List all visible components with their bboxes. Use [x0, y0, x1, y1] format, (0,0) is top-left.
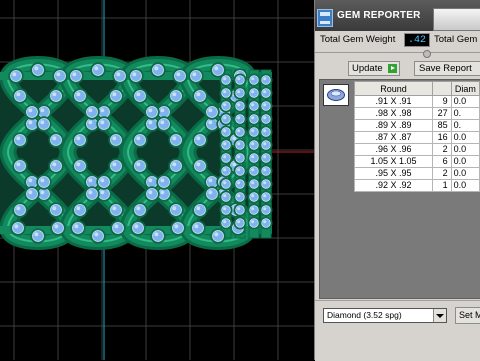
cell-size: .96 X .96 — [354, 143, 433, 156]
set-material-label: Set M — [459, 310, 480, 320]
column-header-diam[interactable]: Diam — [450, 81, 480, 96]
cell-diam: 0.0 — [450, 155, 480, 168]
cell-diam: 0. — [450, 119, 480, 132]
gem-reporter-panel: GEM REPORTER Total Gem Weight .42 Total … — [314, 0, 480, 361]
cell-count: 6 — [431, 155, 452, 168]
cell-size: 1.05 X 1.05 — [354, 155, 433, 168]
total-weight-label: Total Gem Weight — [320, 34, 396, 45]
cell-count: 9 — [431, 95, 452, 108]
collapse-knob-icon[interactable] — [423, 50, 431, 58]
save-report-label: Save Report — [419, 63, 472, 74]
cell-size: .98 X .98 — [354, 107, 433, 120]
update-button-label: Update — [352, 63, 383, 74]
cell-size: .87 X .87 — [354, 131, 433, 144]
column-header-count[interactable] — [431, 81, 452, 96]
table-row[interactable]: .87 X .87 16 0.0 — [354, 131, 480, 144]
cell-size: .91 X .91 — [354, 95, 433, 108]
ring-model-view[interactable] — [0, 0, 314, 360]
table-row[interactable]: .89 X .89 85 0. — [354, 119, 480, 132]
material-select-value: Diamond (3.52 spg) — [327, 310, 402, 320]
total-weight-value: .42 — [404, 33, 430, 47]
cell-diam: 0.0 — [450, 167, 480, 180]
gem-table-area: Round Diam .91 X .91 9 0.0.98 X .98 27 0. .89… — [319, 79, 480, 299]
cell-size: .95 X .95 — [354, 167, 433, 180]
cell-count: 16 — [431, 131, 452, 144]
table-row[interactable]: .91 X .91 9 0.0 — [354, 95, 480, 108]
play-arrow-icon — [388, 64, 397, 73]
cell-count: 1 — [431, 179, 452, 192]
cell-diam: 0.0 — [450, 95, 480, 108]
column-header-round[interactable]: Round — [354, 81, 433, 96]
table-row[interactable]: 1.05 X 1.05 6 0.0 — [354, 155, 480, 168]
panel-title: GEM REPORTER — [337, 10, 421, 21]
chevron-down-icon[interactable] — [433, 309, 446, 322]
set-material-button[interactable]: Set M — [455, 307, 480, 324]
cell-count: 2 — [431, 143, 452, 156]
section-divider — [315, 52, 480, 57]
cell-diam: 0.0 — [450, 131, 480, 144]
cell-size: .89 X .89 — [354, 119, 433, 132]
save-report-button[interactable]: Save Report — [414, 61, 480, 76]
cell-count: 27 — [431, 107, 452, 120]
material-select[interactable]: Diamond (3.52 spg) — [323, 308, 447, 323]
bottom-controls: Diamond (3.52 spg) Set M — [315, 300, 480, 361]
table-row[interactable]: .98 X .98 27 0. — [354, 107, 480, 120]
round-gem-icon[interactable] — [323, 84, 349, 106]
cell-diam: 0. — [450, 107, 480, 120]
gem-reporter-app-icon — [317, 9, 333, 27]
update-button[interactable]: Update — [348, 61, 400, 76]
cell-count: 85 — [431, 119, 452, 132]
gem-table: Round Diam .91 X .91 9 0.0.98 X .98 27 0. .89… — [354, 81, 480, 192]
table-row[interactable]: .92 X .92 1 0.0 — [354, 179, 480, 192]
total-weight-label-2: Total Gem — [434, 34, 478, 45]
cell-count: 2 — [431, 167, 452, 180]
title-bar: GEM REPORTER — [315, 0, 480, 31]
total-weight-row: Total Gem Weight .42 Total Gem — [315, 33, 480, 49]
table-row[interactable]: .96 X .96 2 0.0 — [354, 143, 480, 156]
3d-viewport[interactable] — [0, 0, 314, 360]
title-bar-button[interactable] — [433, 8, 480, 31]
cell-diam: 0.0 — [450, 143, 480, 156]
cell-size: .92 X .92 — [354, 179, 433, 192]
table-row[interactable]: .95 X .95 2 0.0 — [354, 167, 480, 180]
cell-diam: 0.0 — [450, 179, 480, 192]
